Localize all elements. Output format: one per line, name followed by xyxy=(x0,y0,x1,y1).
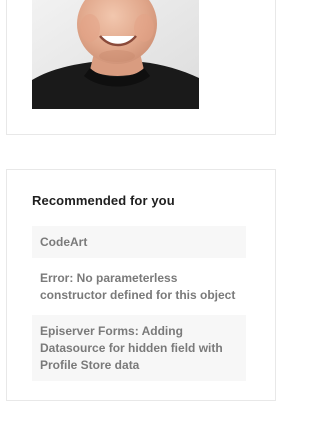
recommended-item-episerver-forms-datasource[interactable]: Episerver Forms: Adding Datasource for h… xyxy=(32,315,246,381)
recommended-list: CodeArt Error: No parameterless construc… xyxy=(32,226,246,385)
recommended-title: Recommended for you xyxy=(32,193,175,208)
recommended-card: Recommended for you CodeArt Error: No pa… xyxy=(6,169,276,401)
recommended-item-codeart[interactable]: CodeArt xyxy=(32,226,246,258)
avatar xyxy=(32,0,199,109)
avatar-photo xyxy=(32,0,199,109)
profile-card xyxy=(6,0,276,135)
recommended-item-no-parameterless-constructor[interactable]: Error: No parameterless constructor defi… xyxy=(32,262,246,311)
